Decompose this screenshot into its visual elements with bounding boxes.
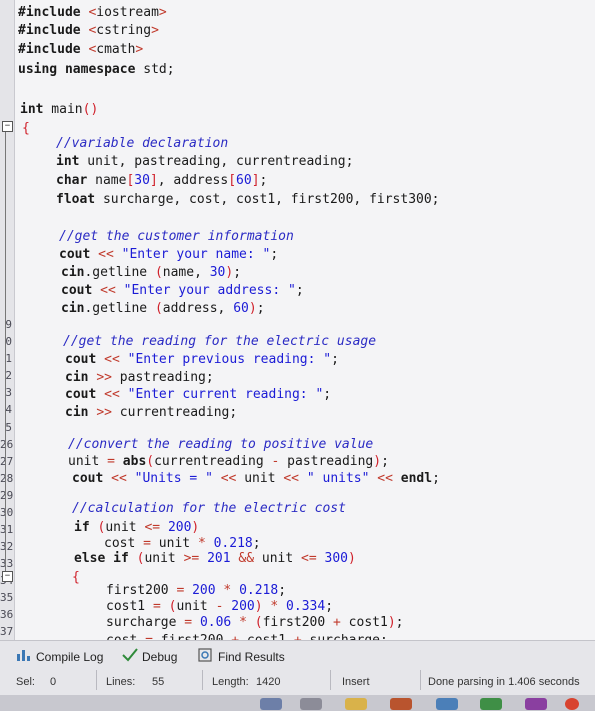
line-number: 35 xyxy=(0,591,14,604)
tab-find-results[interactable]: Find Results xyxy=(198,648,285,665)
code-line: cin.getline (address, 60); xyxy=(61,301,265,316)
code-line: //get the customer information xyxy=(59,229,294,244)
code-line: cout << "Enter your name: "; xyxy=(59,247,279,262)
code-line: { xyxy=(22,121,30,136)
code-line: int main() xyxy=(20,102,99,117)
line-number: 33 xyxy=(0,557,14,570)
line-number: 2 xyxy=(5,369,12,382)
line-number: 5 xyxy=(5,421,12,434)
status-lines-label: Lines: xyxy=(106,676,136,688)
chart-icon xyxy=(16,648,32,665)
code-line: #include <cstring> xyxy=(18,23,159,38)
taskbar-taskview-icon[interactable] xyxy=(300,698,322,710)
taskbar-search-icon[interactable] xyxy=(260,698,282,710)
status-sel-label: Sel: xyxy=(16,676,35,688)
fold-toggle-main[interactable]: − xyxy=(2,121,13,132)
line-number-gutter: 9012345262728293031323334353637 xyxy=(0,0,15,640)
status-divider xyxy=(202,670,203,690)
code-line: cin >> pastreading; xyxy=(65,370,214,385)
status-length-value: 1420 xyxy=(256,676,281,688)
taskbar xyxy=(0,695,595,711)
code-line: surcharge = 0.06 * (first200 + cost1); xyxy=(106,615,404,630)
code-editor[interactable]: 9012345262728293031323334353637 − − #inc… xyxy=(0,0,595,640)
status-lines-value: 55 xyxy=(152,676,165,688)
line-number: 9 xyxy=(5,318,12,331)
taskbar-app-icon[interactable] xyxy=(525,698,547,710)
line-number: 37 xyxy=(0,625,14,638)
status-sel-value: 0 xyxy=(50,676,57,688)
code-line: //get the reading for the electric usage xyxy=(63,334,377,349)
code-line: #include <cmath> xyxy=(18,42,144,57)
tab-compile-log[interactable]: Compile Log xyxy=(16,648,103,665)
checkmark-icon xyxy=(122,648,138,665)
status-divider xyxy=(420,670,421,690)
line-number: 36 xyxy=(0,608,14,621)
tab-compile-log-label: Compile Log xyxy=(36,649,104,664)
code-line: cout << "Enter your address: "; xyxy=(61,283,304,298)
status-divider xyxy=(96,670,97,690)
line-number: 32 xyxy=(0,540,14,553)
taskbar-mail-icon[interactable] xyxy=(436,698,458,710)
taskbar-app-icon[interactable] xyxy=(480,698,502,710)
find-icon xyxy=(198,648,214,665)
status-divider xyxy=(330,670,331,690)
code-line: first200 = 200 * 0.218; xyxy=(106,583,287,598)
taskbar-folder-icon[interactable] xyxy=(345,698,367,710)
taskbar-office-icon[interactable] xyxy=(390,698,412,710)
code-line: //variable declaration xyxy=(56,136,229,151)
code-line: //calculation for the electric cost xyxy=(72,501,346,516)
code-line: char name[30], address[60]; xyxy=(56,173,268,188)
code-line: cout << "Enter previous reading: "; xyxy=(65,352,339,367)
code-line: if (unit <= 200) xyxy=(74,520,200,535)
tab-debug[interactable]: Debug xyxy=(122,648,177,665)
status-mode: Insert xyxy=(342,676,370,688)
code-line: unit = abs(currentreading - pastreading)… xyxy=(68,454,389,469)
status-length-label: Length: xyxy=(212,676,249,688)
fold-toggle-else-if[interactable]: − xyxy=(2,571,13,582)
code-line: cin.getline (name, 30); xyxy=(61,265,242,280)
line-number: 4 xyxy=(5,403,12,416)
code-line: int unit, pastreading, currentreading; xyxy=(56,154,354,169)
line-number: 1 xyxy=(5,352,12,365)
tab-debug-label: Debug xyxy=(142,649,178,664)
line-number: 3 xyxy=(5,386,12,399)
code-line: cost1 = (unit - 200) * 0.334; xyxy=(106,599,334,614)
code-line: using namespace std; xyxy=(18,62,175,77)
line-number: 30 xyxy=(0,506,14,519)
line-number: 31 xyxy=(0,523,14,536)
code-line: float surcharge, cost, cost1, first200, … xyxy=(56,192,440,207)
line-number: 26 xyxy=(0,438,14,451)
tab-find-results-label: Find Results xyxy=(218,649,285,664)
fold-guide-line xyxy=(5,132,6,572)
code-line: { xyxy=(72,570,80,585)
code-line: cout << "Units = " << unit << " units" <… xyxy=(72,471,440,486)
code-line: cout << "Enter current reading: "; xyxy=(65,387,332,402)
code-line: //convert the reading to positive value xyxy=(68,437,374,452)
line-number: 0 xyxy=(5,335,12,348)
code-line: #include <iostream> xyxy=(18,5,167,20)
line-number: 29 xyxy=(0,489,14,502)
code-line: else if (unit >= 201 && unit <= 300) xyxy=(74,551,356,566)
status-parse-message: Done parsing in 1.406 seconds xyxy=(428,676,580,688)
line-number: 27 xyxy=(0,455,14,468)
code-line: cin >> currentreading; xyxy=(65,405,238,420)
code-line: cost = first200 + cost1 + surcharge; xyxy=(106,632,388,640)
taskbar-chrome-icon[interactable] xyxy=(565,698,579,710)
line-number: 28 xyxy=(0,472,14,485)
